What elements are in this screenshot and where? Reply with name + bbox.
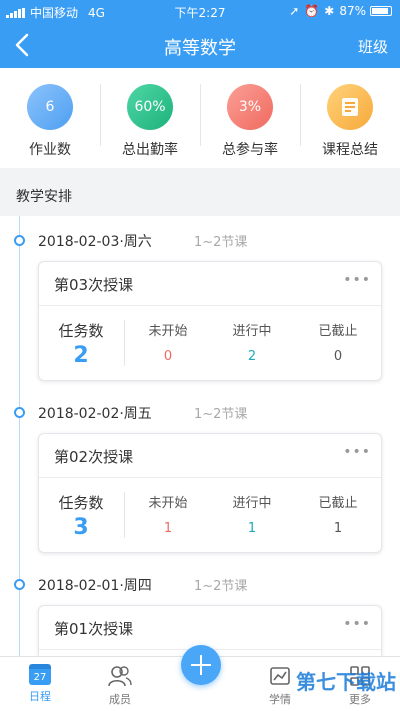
status-value: 1: [333, 521, 343, 536]
task-summary: 任务数 3: [51, 492, 111, 540]
status-label: 已截止: [318, 496, 358, 511]
lesson-title: 第02次授课: [54, 448, 134, 466]
timeline-dot: [14, 235, 25, 246]
tab-members[interactable]: 成员: [80, 657, 160, 711]
stat-circle: 60%: [127, 84, 173, 130]
page-title: 高等数学: [164, 38, 236, 59]
lesson-card[interactable]: 第03次授课 ••• 任务数 2 未开始 0 进行中 2 已截止 0: [38, 261, 382, 381]
entry-period: 1~2节课: [194, 235, 248, 250]
status-label: 进行中: [232, 496, 272, 511]
card-vertical-divider: [124, 492, 125, 538]
stat-label: 课程总结: [322, 142, 378, 158]
document-icon: [327, 84, 373, 130]
status-closed: 已截止 1: [303, 492, 373, 536]
stat-label: 总出勤率: [122, 142, 178, 158]
task-label: 任务数: [58, 322, 104, 340]
class-button[interactable]: 班级: [358, 36, 388, 57]
status-in-progress: 进行中 1: [217, 492, 287, 536]
chart-icon: [270, 667, 290, 685]
stat-course-summary[interactable]: 课程总结: [300, 68, 400, 168]
stat-participation[interactable]: 3% 总参与率: [200, 68, 300, 168]
schedule-list[interactable]: 2018-02-03·周六 1~2节课 第03次授课 ••• 任务数 2 未开始…: [0, 216, 400, 656]
watermark: 第七下载站: [296, 670, 396, 694]
status-label: 已截止: [318, 324, 358, 339]
entry-period: 1~2节课: [194, 579, 248, 594]
battery-percent: 87%: [339, 4, 366, 18]
more-icon[interactable]: •••: [343, 616, 371, 632]
status-not-started: 未开始 1: [133, 492, 203, 536]
timeline-dot: [14, 579, 25, 590]
lesson-title: 第03次授课: [54, 276, 134, 294]
card-divider: [39, 305, 381, 306]
stat-circle: 3%: [227, 84, 273, 130]
entry-period: 1~2节课: [194, 407, 248, 422]
stat-label: 总参与率: [222, 142, 278, 158]
battery-icon: [370, 6, 392, 16]
lesson-card[interactable]: 第02次授课 ••• 任务数 3 未开始 1 进行中 1 已截止 1: [38, 433, 382, 553]
status-value: 0: [333, 349, 343, 364]
card-vertical-divider: [124, 320, 125, 366]
task-count: 2: [73, 343, 89, 368]
status-bar: 中国移动 4G 下午2:27 ➚ ⏰ ✱ 87%: [0, 0, 400, 22]
status-not-started: 未开始 0: [133, 320, 203, 364]
status-value: 1: [247, 521, 257, 536]
bluetooth-icon: ✱: [324, 4, 335, 18]
task-label: 任务数: [58, 494, 104, 512]
stat-circle: 6: [27, 84, 73, 130]
task-summary: 任务数 2: [51, 320, 111, 368]
section-title: 教学安排: [16, 189, 72, 205]
tab-label: 学情: [269, 693, 291, 706]
status-closed: 已截止 0: [303, 320, 373, 364]
lesson-title: 第01次授课: [54, 620, 134, 638]
status-value: 2: [247, 349, 257, 364]
members-icon: [108, 666, 132, 687]
stat-label: 作业数: [29, 142, 71, 158]
tab-label: 日程: [29, 690, 51, 703]
tab-schedule[interactable]: 27 日程: [0, 657, 80, 711]
status-label: 进行中: [232, 324, 272, 339]
task-count: 3: [73, 515, 89, 540]
timeline-dot: [14, 407, 25, 418]
calendar-icon: 27: [29, 664, 51, 685]
tab-label: 成员: [109, 693, 131, 706]
entry-date: 2018-02-02·周五: [38, 406, 152, 422]
entry-date: 2018-02-03·周六: [38, 234, 152, 250]
timeline-line: [19, 216, 20, 656]
nav-bar: 高等数学 班级: [0, 22, 400, 68]
status-value: 1: [163, 521, 173, 536]
entry-date: 2018-02-01·周四: [38, 578, 152, 594]
status-in-progress: 进行中 2: [217, 320, 287, 364]
status-value: 0: [163, 349, 173, 364]
stats-row: 6 作业数 60% 总出勤率 3% 总参与率 课程总结: [0, 68, 400, 168]
status-label: 未开始: [148, 324, 188, 339]
location-icon: ➚: [289, 4, 300, 18]
status-right: ➚ ⏰ ✱ 87%: [289, 4, 392, 18]
card-divider: [39, 477, 381, 478]
stat-attendance[interactable]: 60% 总出勤率: [100, 68, 200, 168]
stat-assignments[interactable]: 6 作业数: [0, 68, 100, 168]
status-label: 未开始: [148, 496, 188, 511]
more-icon[interactable]: •••: [343, 272, 371, 288]
alarm-icon: ⏰: [304, 4, 320, 18]
add-button[interactable]: [181, 645, 221, 685]
more-icon[interactable]: •••: [343, 444, 371, 460]
